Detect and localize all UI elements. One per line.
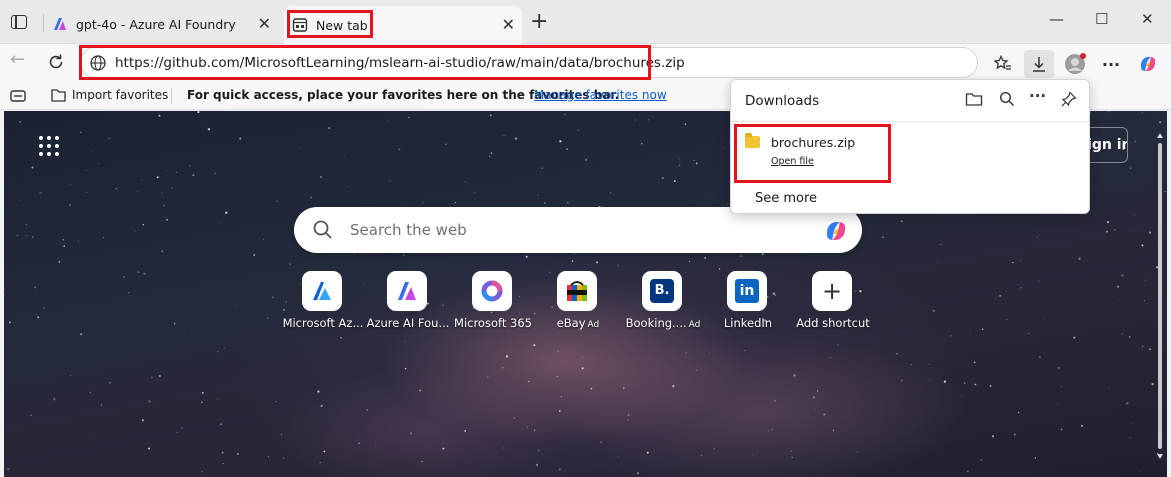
new-tab-button[interactable]: + [530,11,548,33]
shortcut-label: Microsoft Az... [282,316,364,330]
shortcut-label: LinkedIn [723,316,773,330]
shortcut-booking[interactable]: B. Booking.... Ad [621,271,705,341]
back-arrow-icon[interactable]: ← [10,51,25,69]
browser-window: gpt-4o - Azure AI Foundry ✕ New tab ✕ + … [0,0,1171,477]
search-icon [313,220,332,239]
shortcut-azure-ai-foundry[interactable]: Azure AI Fou... [366,271,450,341]
shortcut-label: Microsoft 365 [454,316,532,330]
shortcut-microsoft-365[interactable]: Microsoft 365 [451,271,535,341]
shortcut-add[interactable]: + Add shortcut [791,271,875,341]
downloads-more-icon[interactable]: ··· [1029,87,1046,105]
tab-close-icon[interactable]: ✕ [502,17,515,33]
highlight-new-tab [287,10,373,38]
plus-icon: + [812,271,852,311]
copilot-icon [1140,57,1156,71]
maximize-button[interactable]: ☐ [1095,12,1108,27]
favorites-divider [171,88,172,104]
downloads-divider [731,121,1089,122]
toolbar: ← https://github.com/MicrosoftLearning/m… [0,44,1171,82]
reading-list-icon[interactable] [10,89,26,103]
azure-ai-foundry-favicon-icon [54,18,66,30]
see-more-link[interactable]: See more [755,191,817,206]
more-menu-icon[interactable]: ··· [1096,50,1126,78]
import-favorites-button[interactable]: Import favorites [72,88,168,102]
microsoft-365-icon [472,271,512,311]
avatar-icon [1065,53,1086,74]
search-downloads-icon[interactable] [999,91,1015,107]
star-list-icon [993,54,1011,70]
booking-icon: B. [642,271,682,311]
favorites-button[interactable] [988,50,1018,78]
tab-azure-ai-foundry[interactable]: gpt-4o - Azure AI Foundry ✕ [44,8,278,40]
downloads-title: Downloads [745,93,820,109]
downloads-panel: Downloads ··· brochures.zip Open file Se… [730,79,1090,214]
shortcut-label: Booking.... Ad [625,316,701,330]
page-scrollbar[interactable] [1157,131,1163,461]
tab-strip: gpt-4o - Azure AI Foundry ✕ New tab ✕ + … [0,0,1171,44]
search-placeholder[interactable]: Search the web [350,221,467,239]
ebay-icon [557,271,597,311]
open-folder-icon[interactable] [965,91,983,107]
highlight-url [79,45,651,80]
app-launcher-icon[interactable] [39,136,59,156]
shortcut-microsoft-azure[interactable]: Microsoft Az... [281,271,365,341]
tab-actions-icon[interactable] [11,15,27,29]
highlight-download [734,124,891,183]
copilot-button[interactable] [1133,50,1163,78]
downloads-button[interactable] [1024,50,1054,78]
shortcut-linkedin[interactable]: in LinkedIn [706,271,790,341]
import-icon [51,89,66,102]
minimize-button[interactable]: — [1049,12,1064,27]
copilot-search-icon[interactable] [822,217,850,245]
shortcut-label: eBay Ad [556,316,600,330]
profile-button[interactable] [1060,50,1090,78]
shortcut-label: Add shortcut [796,316,870,330]
tab-title: gpt-4o - Azure AI Foundry [76,16,236,32]
close-window-button[interactable]: ✕ [1141,12,1154,27]
download-icon [1033,57,1045,72]
linkedin-icon: in [727,271,767,311]
shortcut-label: Azure AI Fou... [366,316,450,330]
azure-ai-foundry-icon [387,271,427,311]
pin-icon[interactable] [1061,91,1077,107]
azure-icon [302,271,342,311]
refresh-icon[interactable] [46,52,66,72]
tab-close-icon[interactable]: ✕ [258,16,271,32]
shortcut-ebay[interactable]: eBay Ad [536,271,620,341]
manage-favorites-link[interactable]: Manage favorites now [534,88,667,102]
